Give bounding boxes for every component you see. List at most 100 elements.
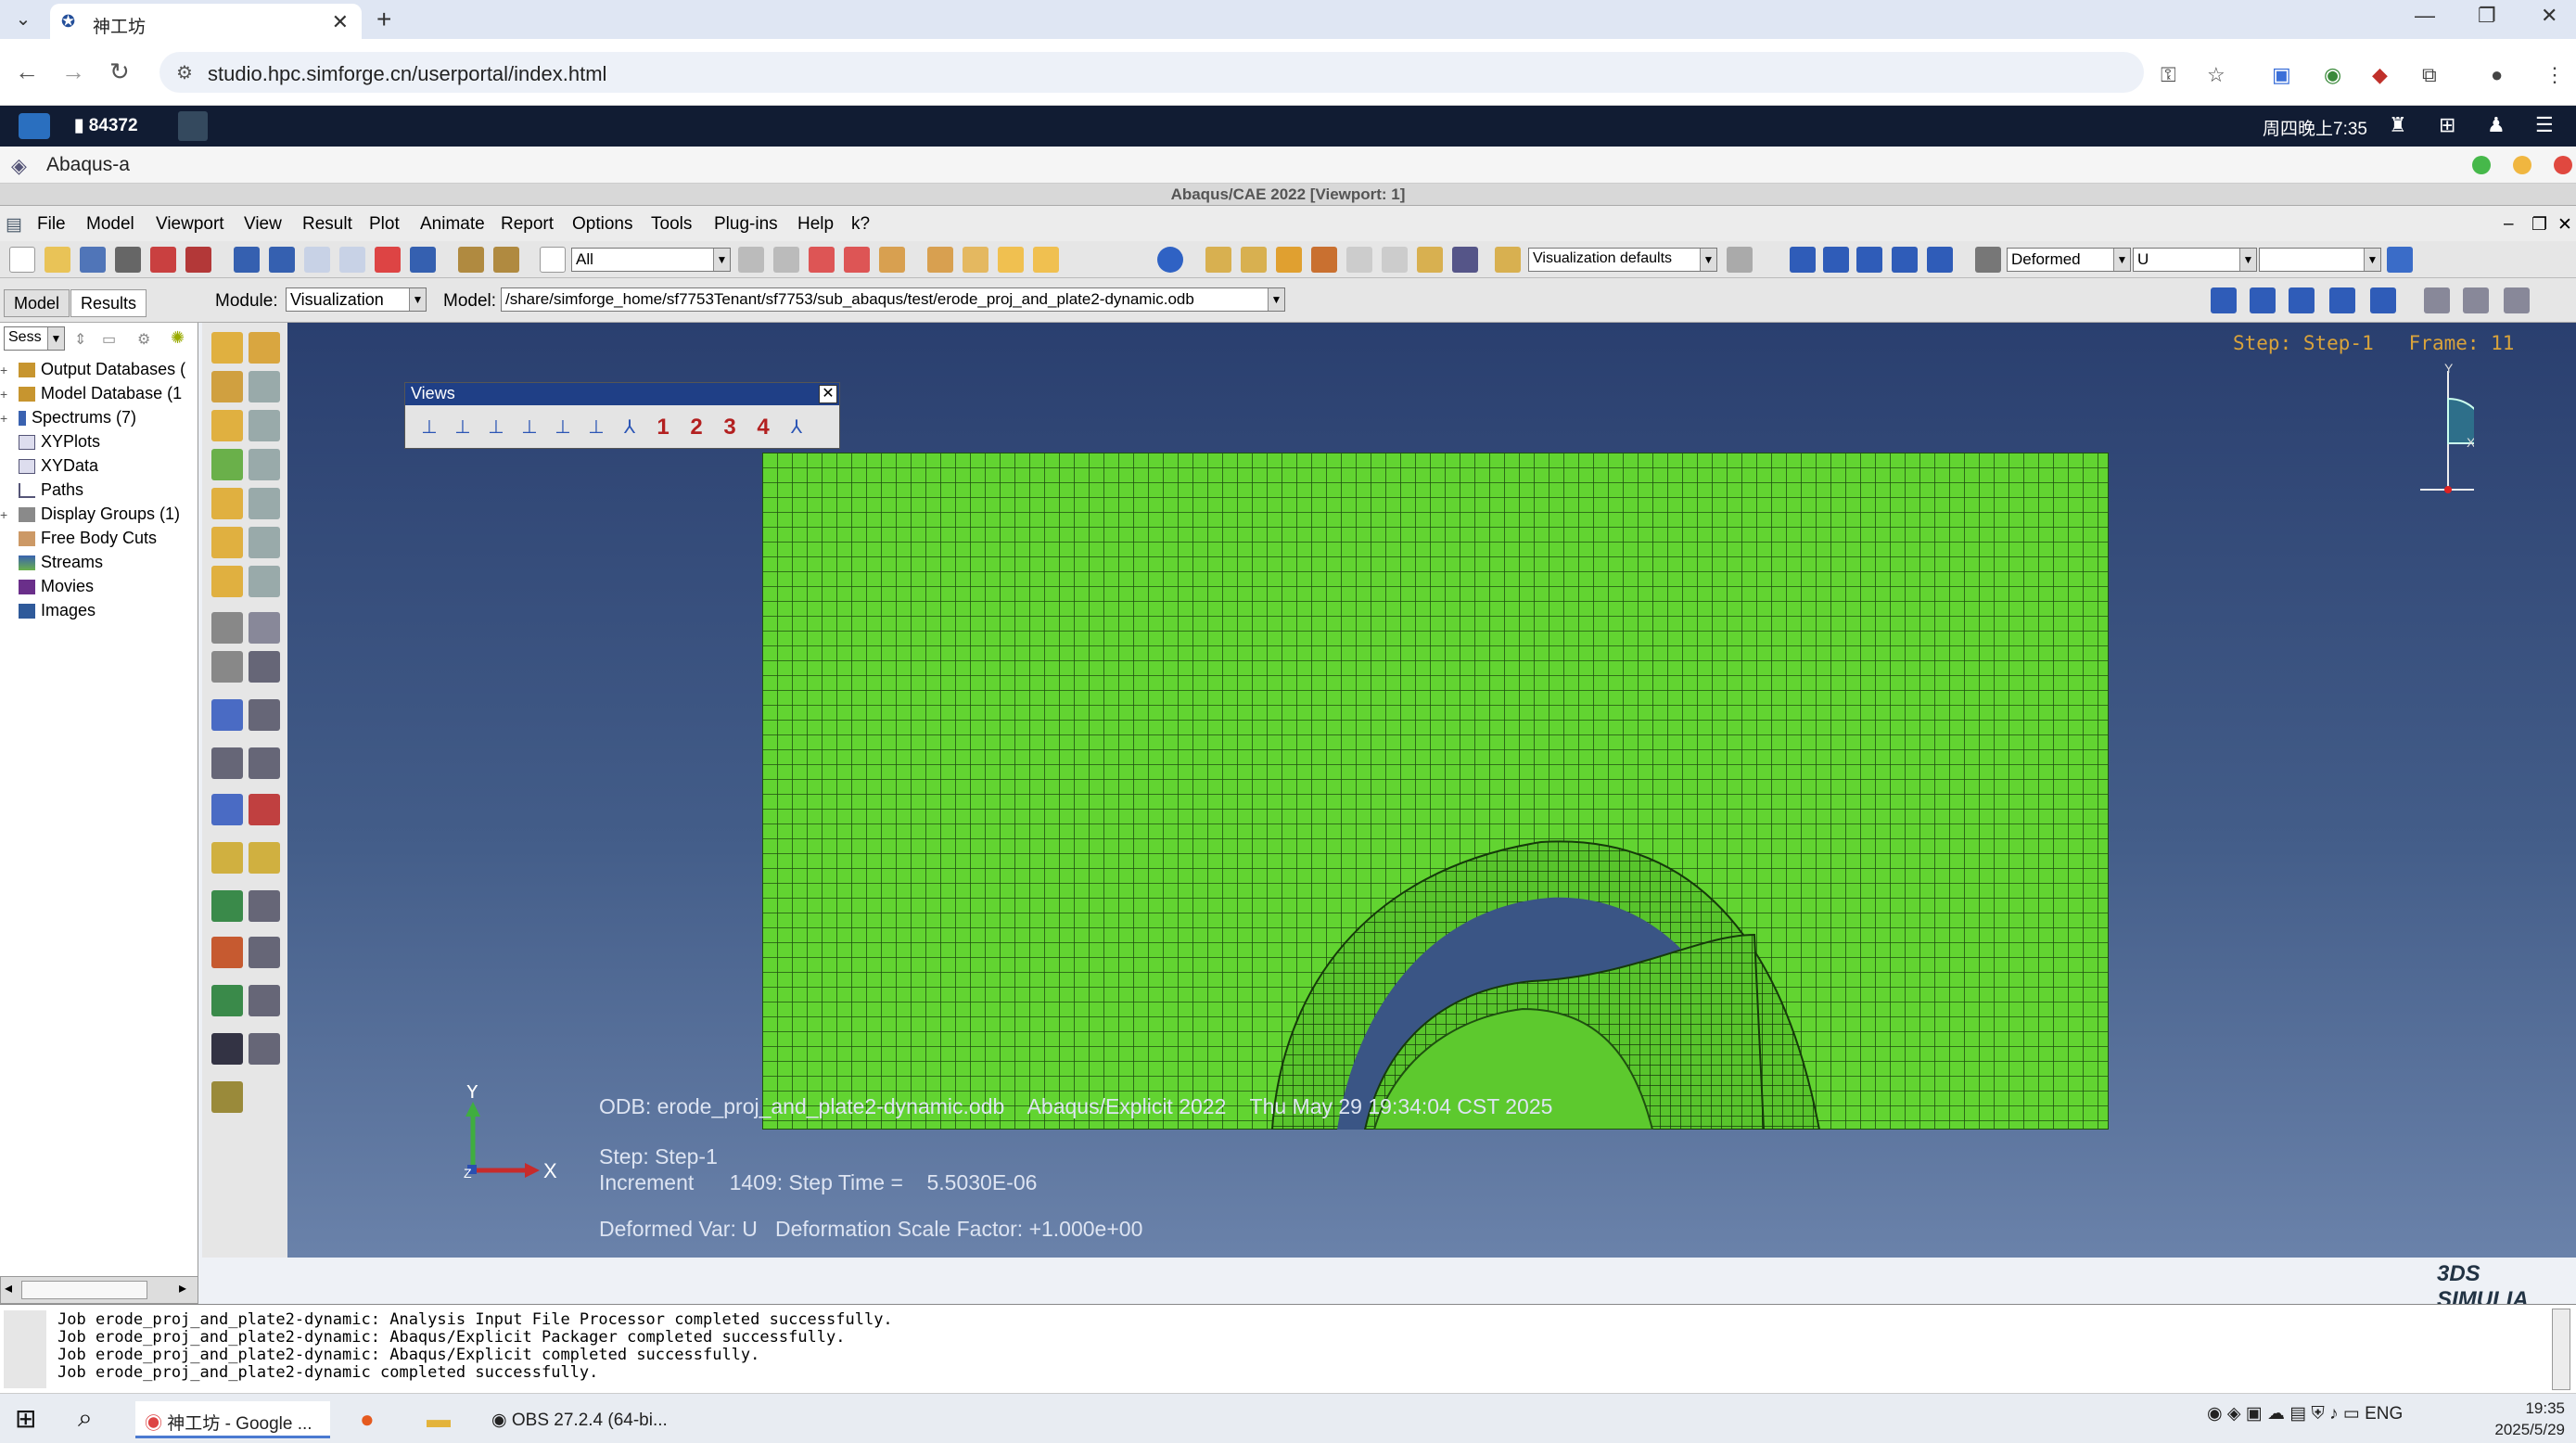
browser-menu-icon[interactable]: ⋮ (2544, 63, 2565, 87)
tree-item-xyplots[interactable]: XYPlots (0, 432, 100, 456)
redo-icon[interactable] (1382, 247, 1408, 273)
superimpose-options-icon[interactable] (249, 527, 280, 558)
query-probe-icon[interactable] (211, 1081, 243, 1113)
select-solid-icon[interactable] (879, 247, 905, 273)
menu-tools[interactable]: Tools (651, 214, 692, 235)
expand-icon[interactable]: + (0, 387, 15, 402)
user-icon[interactable]: ♟ (2487, 113, 2506, 137)
window-red-button[interactable] (2554, 156, 2572, 174)
path-plot-icon[interactable] (249, 794, 280, 825)
visibility-icon[interactable] (1205, 247, 1231, 273)
close-window-button[interactable]: ✕ (2541, 4, 2557, 28)
tree-item-paths[interactable]: Paths (0, 480, 83, 504)
close-tab-icon[interactable]: ✕ (332, 10, 349, 34)
reload-icon[interactable]: ↻ (109, 57, 130, 86)
menu-help[interactable]: Help (797, 214, 834, 235)
menu-viewport[interactable]: Viewport (156, 214, 224, 235)
tree-item-model-database[interactable]: + Model Database (1 (0, 384, 182, 408)
info-icon[interactable] (1157, 247, 1183, 273)
tree-item-streams[interactable]: Streams (0, 553, 103, 577)
view-custom-icon[interactable]: ⅄ (782, 413, 811, 442)
portal-switch-icon[interactable] (178, 111, 208, 141)
taskbar-clock[interactable]: 19:35 2025/5/29 (2485, 1398, 2565, 1440)
tree-up-down-icon[interactable]: ⇕ (74, 330, 86, 349)
layers-icon[interactable] (1727, 247, 1753, 273)
plot-undeformed-icon[interactable] (211, 332, 243, 364)
visualization-defaults-combo[interactable]: Visualization defaults ▼ (1528, 248, 1717, 272)
import-icon[interactable] (185, 247, 211, 273)
display-group-icon[interactable] (1417, 247, 1443, 273)
view-iso-icon[interactable]: ⅄ (615, 413, 644, 442)
anim-pause-icon[interactable] (2211, 287, 2237, 313)
select-arrow-icon[interactable] (540, 247, 566, 273)
select-tool2-icon[interactable] (773, 247, 799, 273)
tab-model[interactable]: Model (4, 289, 70, 317)
menu-model[interactable]: Model (86, 214, 134, 235)
export-icon[interactable] (150, 247, 176, 273)
menu-options[interactable]: Options (572, 214, 632, 235)
anim-first-icon[interactable] (2250, 287, 2276, 313)
last-frame-icon[interactable] (1927, 247, 1953, 273)
language-indicator[interactable]: ENG (2365, 1404, 2403, 1424)
menu-plugins[interactable]: Plug-ins (714, 214, 778, 235)
view-cut-icon[interactable] (211, 890, 243, 922)
inner-close-icon[interactable]: ✕ (2557, 214, 2572, 236)
tree-item-spectrums[interactable]: + Spectrums (7) (0, 408, 136, 432)
file-explorer-icon[interactable]: ▬ (427, 1405, 451, 1434)
tray-obs-icon[interactable]: ◉ (2207, 1404, 2223, 1424)
auto-fit-icon[interactable] (375, 247, 401, 273)
tree-item-xydata[interactable]: XYData (0, 456, 98, 480)
menu-context-help[interactable]: k? (851, 214, 870, 235)
message-kernel-icon[interactable] (4, 1310, 46, 1388)
user-view-4-button[interactable]: 4 (748, 413, 778, 442)
menu-report[interactable]: Report (501, 214, 554, 235)
view-front-icon[interactable]: ⊥ (414, 413, 444, 442)
vis-defaults-icon[interactable] (1495, 247, 1521, 273)
view-cut-manager-icon[interactable] (249, 890, 280, 922)
anim-next-icon[interactable] (2329, 287, 2355, 313)
plot-deformed-icon[interactable] (249, 332, 280, 364)
render-shaded-icon[interactable] (1033, 247, 1059, 273)
box-zoom-icon[interactable] (339, 247, 365, 273)
new-tab-button[interactable]: + (376, 5, 391, 34)
back-icon[interactable]: ← (15, 57, 39, 86)
tray-app-icon[interactable]: ◈ (2227, 1404, 2241, 1424)
render-filled-icon[interactable] (998, 247, 1024, 273)
first-frame-icon[interactable] (1823, 247, 1849, 273)
xy-plot-icon[interactable] (211, 747, 243, 779)
profile-avatar-icon[interactable]: ● (2491, 63, 2503, 87)
model-path-combo[interactable]: /share/simforge_home/sf7753Tenant/sf7753… (501, 287, 1285, 312)
common-options-icon[interactable] (249, 488, 280, 519)
forward-icon[interactable]: → (61, 57, 85, 86)
animate-harmonic-icon[interactable] (211, 651, 243, 683)
anim-prev-icon[interactable] (2289, 287, 2315, 313)
tray-shield-icon[interactable]: ⛨ (2312, 1404, 2325, 1424)
window-green-button[interactable] (2472, 156, 2491, 174)
xy-data-manager-icon[interactable] (249, 699, 280, 731)
stream-manager-icon[interactable] (249, 842, 280, 874)
tree-item-display-groups[interactable]: + Display Groups (1) (0, 504, 180, 529)
password-key-icon[interactable]: ⚿ (2161, 63, 2176, 87)
tree-item-free-body-cuts[interactable]: Free Body Cuts (0, 529, 157, 553)
firefox-icon[interactable]: ● (360, 1405, 375, 1434)
menu-file[interactable]: File (37, 214, 66, 235)
rotate-icon[interactable] (269, 247, 295, 273)
replace-icon[interactable] (211, 1033, 243, 1065)
table-icon[interactable] (1452, 247, 1478, 273)
tray-cloud-icon[interactable]: ☁ (2267, 1404, 2285, 1424)
tree-item-output-databases[interactable]: + Output Databases ( (0, 360, 185, 384)
expand-icon[interactable]: + (0, 411, 15, 426)
next-frame-icon[interactable] (1892, 247, 1918, 273)
tray-monitor-icon[interactable]: ▭ (2343, 1404, 2360, 1424)
overlay-options-icon[interactable] (249, 566, 280, 597)
animate-time-icon[interactable] (249, 612, 280, 644)
plot-symbols-icon[interactable] (211, 410, 243, 441)
menu-animate[interactable]: Animate (420, 214, 485, 235)
expand-icon[interactable]: + (0, 507, 15, 522)
print-icon[interactable] (115, 247, 141, 273)
minimize-button[interactable]: — (2415, 4, 2435, 28)
zoom-icon[interactable] (304, 247, 330, 273)
scroll-left-icon[interactable]: ◂ (5, 1279, 12, 1297)
stream-create-icon[interactable] (211, 842, 243, 874)
plot-state-icon[interactable] (1975, 247, 2001, 273)
